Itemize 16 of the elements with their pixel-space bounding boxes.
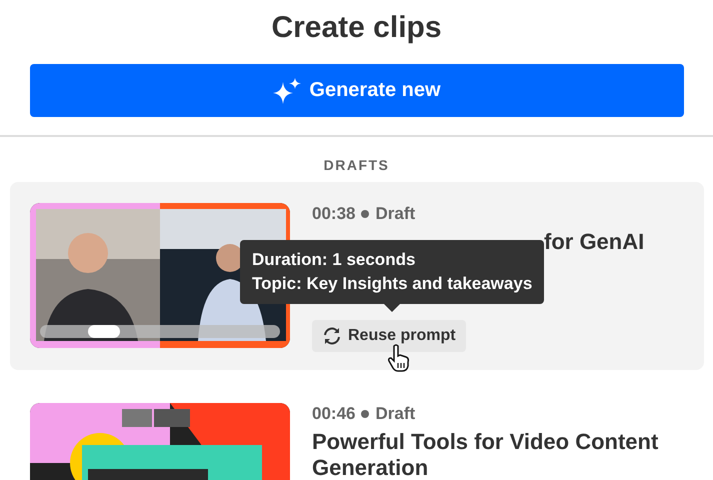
clip-title[interactable]: for GenAI — [544, 229, 644, 255]
reuse-prompt-button[interactable]: Reuse prompt — [312, 320, 466, 352]
clip-status: Draft — [375, 203, 416, 225]
separator-dot — [361, 410, 370, 418]
section-heading: DRAFTS — [322, 156, 390, 174]
refresh-icon — [322, 326, 342, 346]
clip-duration: 00:46 — [312, 403, 356, 425]
generate-button[interactable]: Generate new — [30, 64, 684, 117]
sparkle-icon — [273, 78, 302, 104]
clip-title[interactable]: Powerful Tools for Video Content Generation — [312, 429, 684, 480]
tooltip-text: Duration: 1 seconds — [252, 249, 416, 271]
separator-dot — [361, 210, 370, 218]
clip-duration: 00:38 — [312, 203, 356, 225]
tooltip-text: Topic: Key Insights and takeaways — [252, 273, 532, 295]
page-title: Create clips — [270, 10, 443, 46]
clip-status: Draft — [375, 403, 416, 425]
